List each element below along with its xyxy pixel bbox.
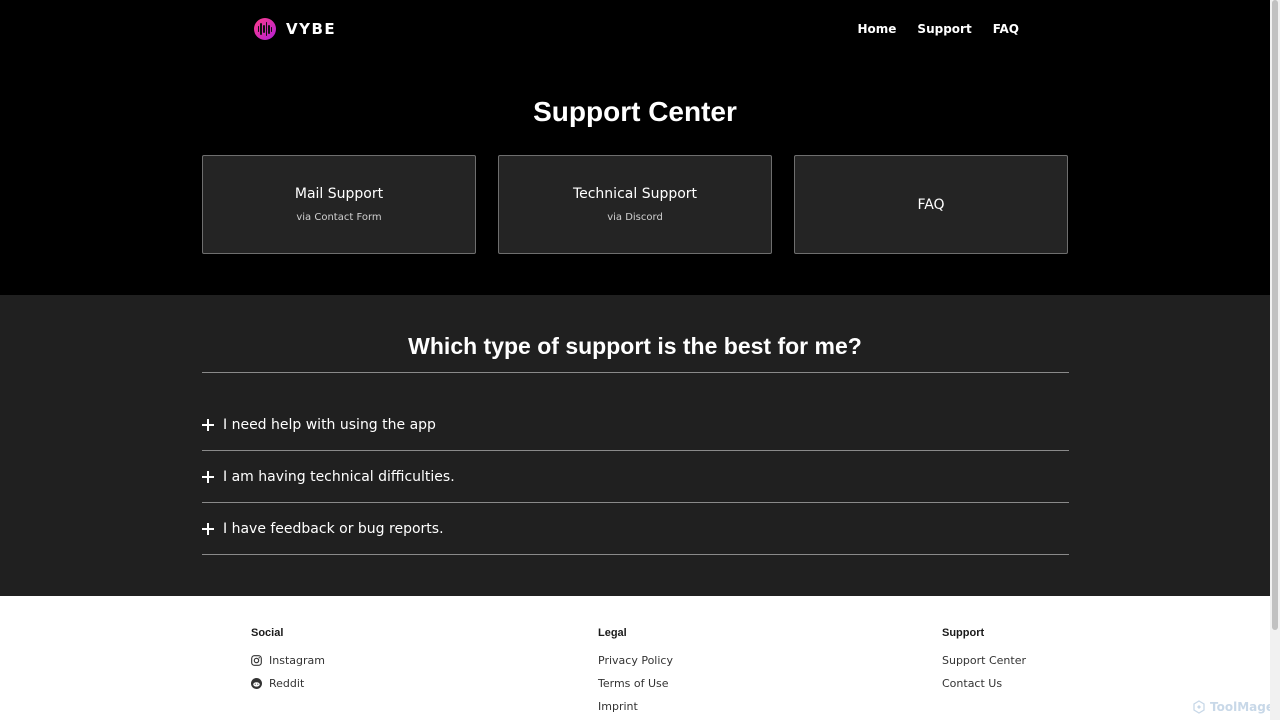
brand-name: VYBE [286, 20, 337, 38]
card-title: Technical Support [572, 186, 698, 202]
faq-item-feedback[interactable]: I have feedback or bug reports. [202, 503, 1069, 555]
page-scrollbar[interactable] [1270, 0, 1280, 720]
reddit-icon [251, 677, 262, 689]
instagram-link[interactable]: Instagram [251, 652, 325, 668]
plus-icon [202, 470, 214, 483]
plus-icon [202, 418, 214, 431]
reddit-link[interactable]: Reddit [251, 675, 325, 691]
watermark-icon [1193, 700, 1205, 714]
faq-question: I need help with using the app [223, 416, 436, 433]
technical-support-card[interactable]: Technical Support via Discord [498, 155, 772, 254]
footer-heading: Social [251, 627, 284, 639]
watermark: ToolMage [1192, 700, 1274, 714]
footer-heading: Legal [598, 627, 627, 639]
brand-logo[interactable]: VYBE [254, 18, 336, 40]
mail-support-card[interactable]: Mail Support via Contact Form [202, 155, 476, 254]
faq-heading: Which type of support is the best for me… [408, 333, 862, 359]
divider [202, 372, 1069, 373]
faq-section: Which type of support is the best for me… [0, 295, 1270, 596]
card-subtitle: via Discord [607, 212, 663, 223]
instagram-icon [251, 654, 262, 666]
nav-support-link[interactable]: Support [917, 22, 971, 36]
terms-of-use-link[interactable]: Terms of Use [598, 675, 673, 691]
card-title: FAQ [917, 196, 945, 213]
contact-us-link[interactable]: Contact Us [942, 675, 1026, 691]
soundwave-logo-icon [254, 18, 276, 40]
link-label: Reddit [269, 676, 305, 690]
card-title: Mail Support [294, 186, 384, 202]
nav-faq-link[interactable]: FAQ [993, 22, 1019, 36]
site-footer: Social Instagram Reddit Legal Privacy Po… [0, 596, 1270, 720]
card-subtitle: via Contact Form [296, 212, 382, 223]
main-nav: Home Support FAQ [857, 22, 1019, 36]
support-hero: Support Center Mail Support via Contact … [0, 60, 1270, 295]
faq-question: I have feedback or bug reports. [223, 520, 444, 537]
footer-heading: Support [942, 627, 985, 639]
faq-item-app-help[interactable]: I need help with using the app [202, 399, 1069, 451]
support-cards: Mail Support via Contact Form Technical … [202, 155, 1068, 254]
link-label: Instagram [269, 653, 325, 667]
support-center-link[interactable]: Support Center [942, 652, 1026, 668]
faq-question: I am having technical difficulties. [223, 468, 455, 485]
faq-card[interactable]: FAQ [794, 155, 1068, 254]
page-title: Support Center [533, 96, 737, 127]
scroll-thumb[interactable] [1272, 0, 1278, 630]
site-header: VYBE Home Support FAQ [0, 0, 1270, 60]
privacy-policy-link[interactable]: Privacy Policy [598, 652, 673, 668]
faq-item-technical[interactable]: I am having technical difficulties. [202, 451, 1069, 503]
footer-social-column: Social Instagram Reddit [251, 627, 325, 691]
watermark-text: ToolMage [1210, 700, 1274, 714]
faq-accordion: I need help with using the app I am havi… [202, 399, 1069, 555]
plus-icon [202, 522, 214, 535]
footer-support-column: Support Support Center Contact Us [942, 627, 1026, 691]
imprint-link[interactable]: Imprint [598, 698, 673, 714]
nav-home-link[interactable]: Home [857, 22, 896, 36]
footer-legal-column: Legal Privacy Policy Terms of Use Imprin… [598, 627, 673, 714]
